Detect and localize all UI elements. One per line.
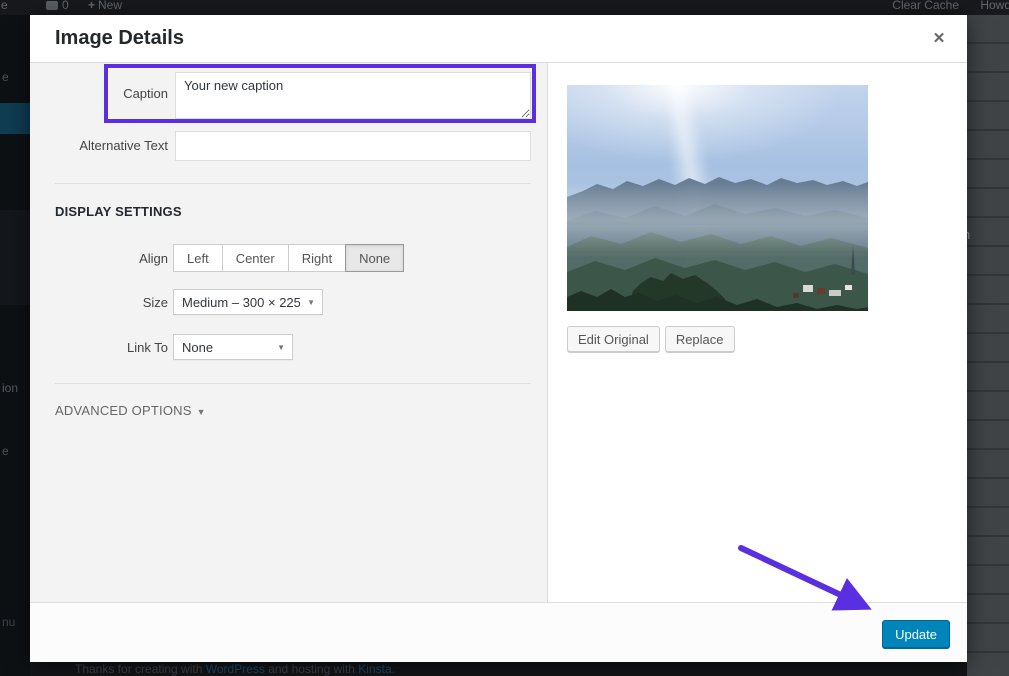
sidebar-section	[0, 210, 30, 305]
advanced-options-toggle[interactable]: ADVANCED OPTIONS ▼	[55, 403, 206, 418]
caption-input[interactable]: Your new caption	[175, 72, 531, 119]
link-to-select[interactable]: None ▼	[173, 334, 293, 360]
modal-header: Image Details ✕	[30, 15, 967, 63]
dimmed-footer-strip: Thanks for creating with WordPress and h…	[30, 662, 967, 676]
replace-button[interactable]: Replace	[665, 326, 735, 352]
divider	[55, 183, 531, 184]
chevron-down-icon: ▼	[270, 343, 292, 352]
sidebar-item-fragment[interactable]: e	[2, 444, 9, 458]
image-details-modal: Image Details ✕ Caption Your new caption…	[30, 15, 967, 662]
sidebar-item-fragment[interactable]: ion	[2, 381, 18, 395]
admin-bar: e 0 +New Clear Cache Howdy	[0, 0, 1009, 15]
host-link[interactable]: Kinsta	[358, 662, 391, 676]
preview-column: Edit Original Replace	[549, 63, 967, 602]
dimmed-background-rows	[967, 15, 1009, 676]
chevron-down-icon: ▼	[300, 298, 322, 307]
comment-bubble-icon	[46, 1, 58, 10]
comments-menu[interactable]: 0	[46, 0, 69, 12]
collapse-menu-fragment[interactable]: nu	[2, 615, 15, 629]
edit-original-button[interactable]: Edit Original	[567, 326, 660, 352]
collapse-triangle-icon: ▼	[197, 407, 206, 417]
align-none-button[interactable]: None	[345, 244, 404, 272]
clear-cache-button[interactable]: Clear Cache	[892, 0, 959, 12]
mountain-landscape-photo	[567, 85, 868, 311]
footer-credit: Thanks for creating with WordPress and h…	[75, 662, 395, 676]
site-name-fragment[interactable]: e	[1, 0, 8, 12]
alt-text-label: Alternative Text	[30, 138, 168, 153]
link-to-label: Link To	[30, 340, 168, 355]
align-button-group: Left Center Right None	[173, 244, 404, 272]
modal-footer: Update	[30, 602, 967, 662]
screen: e 0 +New Clear Cache Howdy e ion e nu n …	[0, 0, 1009, 676]
admin-sidebar: e ion e nu	[0, 15, 30, 676]
align-label: Align	[30, 251, 168, 266]
howdy-menu[interactable]: Howdy	[980, 0, 1009, 12]
modal-body: Caption Your new caption Alternative Tex…	[30, 63, 967, 602]
caption-label: Caption	[30, 86, 168, 101]
divider	[55, 383, 531, 384]
align-center-button[interactable]: Center	[222, 244, 289, 272]
settings-column: Caption Your new caption Alternative Tex…	[30, 63, 548, 602]
plus-icon: +	[88, 0, 95, 12]
align-right-button[interactable]: Right	[288, 244, 346, 272]
align-left-button[interactable]: Left	[173, 244, 223, 272]
new-menu[interactable]: +New	[88, 0, 122, 12]
wordpress-link[interactable]: WordPress	[206, 662, 265, 676]
credit-prefix: Thanks for creating with	[75, 662, 206, 676]
modal-title: Image Details	[55, 27, 184, 50]
advanced-options-label: ADVANCED OPTIONS	[55, 403, 192, 418]
update-button[interactable]: Update	[882, 620, 950, 648]
credit-middle: and hosting with	[265, 662, 358, 676]
size-label: Size	[30, 295, 168, 310]
size-select[interactable]: Medium – 300 × 225 ▼	[173, 289, 323, 315]
new-label: New	[98, 0, 122, 12]
sidebar-item-fragment[interactable]: e	[2, 70, 9, 84]
preview-actions: Edit Original Replace	[567, 326, 735, 352]
sidebar-active-item[interactable]	[0, 103, 30, 134]
comments-count: 0	[62, 0, 69, 12]
display-settings-heading: DISPLAY SETTINGS	[55, 204, 182, 219]
credit-suffix: .	[392, 662, 395, 676]
close-icon[interactable]: ✕	[927, 27, 951, 51]
alt-text-input[interactable]	[175, 131, 531, 161]
size-select-value: Medium – 300 × 225	[174, 295, 300, 310]
link-to-select-value: None	[174, 340, 270, 355]
